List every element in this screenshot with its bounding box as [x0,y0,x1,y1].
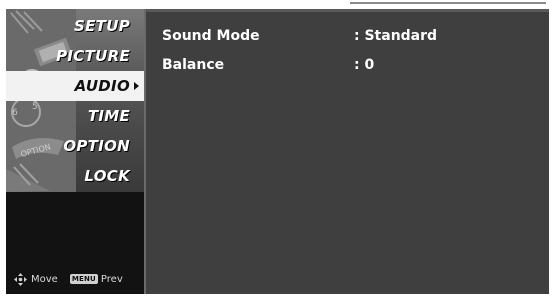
menu-item-lock[interactable]: LOCK [6,161,144,191]
menu-item-setup-label: SETUP [74,17,130,35]
setting-row-sound-mode[interactable]: Sound Mode : Standard [162,26,437,46]
menu-item-option-label: OPTION [63,137,130,155]
menu-list: 6 5 OPTION SETUP PICTURE AUDIO TIME OPTI… [6,9,144,192]
setting-row-balance[interactable]: Balance : 0 [162,55,374,75]
top-border-line [350,2,546,4]
sound-mode-value: : Standard [354,28,438,44]
balance-label: Balance [162,57,225,73]
menu-item-audio[interactable]: AUDIO [6,71,144,101]
menu-item-picture[interactable]: PICTURE [6,41,144,71]
menu-item-audio-label: AUDIO [74,77,130,95]
menu-item-picture-label: PICTURE [56,47,130,65]
menu-item-time[interactable]: TIME [6,101,144,131]
navigation-hint: Move MENU Prev [14,271,123,287]
menu-sidebar: 6 5 OPTION SETUP PICTURE AUDIO TIME OPTI… [6,9,146,294]
menu-key-icon: MENU [69,274,98,284]
menu-item-setup[interactable]: SETUP [6,11,144,41]
menu-item-option[interactable]: OPTION [6,131,144,161]
sound-mode-label: Sound Mode [162,28,260,44]
balance-value: : 0 [354,57,375,73]
menu-item-time-label: TIME [87,107,130,125]
prev-hint-label: Prev [100,273,123,285]
tv-osd-screen: 6 5 OPTION SETUP PICTURE AUDIO TIME OPTI… [0,0,552,297]
move-arrows-icon [14,272,27,286]
audio-settings-panel: Sound Mode : Standard Balance : 0 [146,9,549,294]
move-hint-label: Move [31,273,58,285]
menu-item-lock-label: LOCK [84,167,130,185]
submenu-arrow-icon [134,82,139,90]
